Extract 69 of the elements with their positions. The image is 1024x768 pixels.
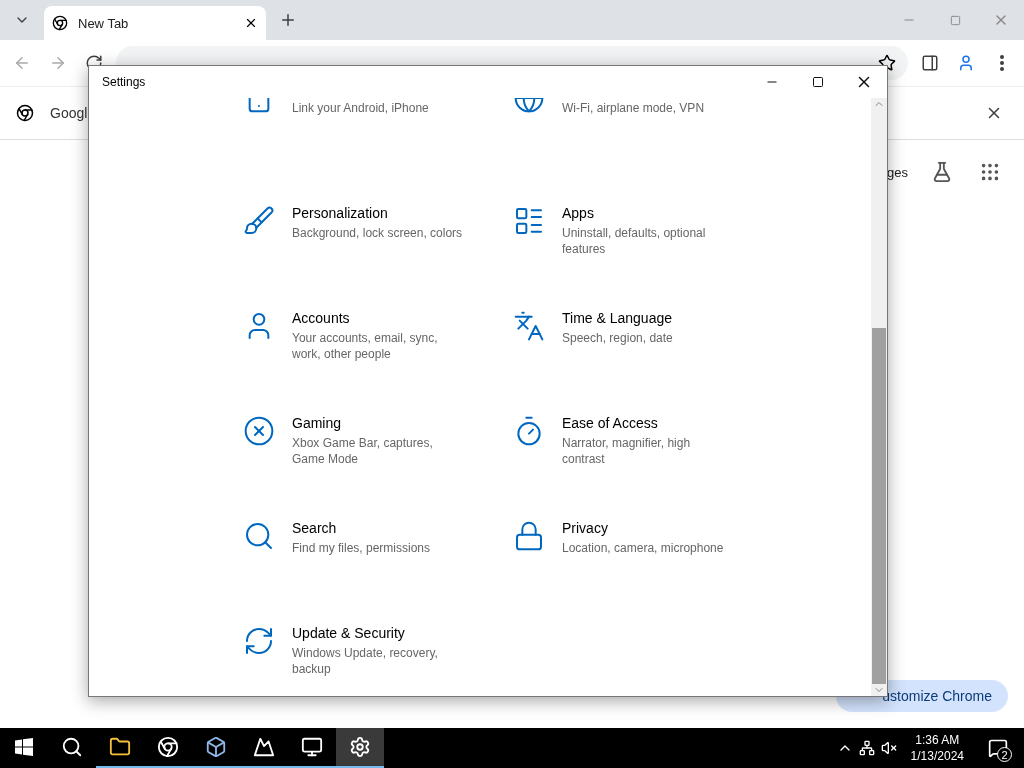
category-title: Search: [292, 520, 338, 536]
taskbar-app[interactable]: [336, 728, 384, 768]
settings-category[interactable]: Update & Security Windows Update, recovery, backup: [242, 623, 512, 696]
window-title: Settings: [102, 75, 147, 89]
category-description: Xbox Game Bar, captures, Game Mode: [292, 435, 434, 467]
maximize-icon: [812, 76, 824, 88]
scroll-thumb[interactable]: [872, 328, 886, 684]
category-title: Privacy: [562, 520, 609, 536]
category-description: Location, camera, microphone: [562, 540, 725, 556]
browser-tab[interactable]: New Tab: [44, 6, 266, 40]
category-title: Apps: [562, 205, 595, 221]
volume-muted-icon[interactable]: [880, 740, 897, 756]
plus-icon: [279, 11, 297, 29]
tab-title: New Tab: [78, 15, 130, 31]
grid-icon: [979, 161, 1001, 183]
windows-icon: [15, 738, 33, 756]
category-description: Your accounts, email, sync, work, other people: [292, 330, 439, 362]
gear-icon: [349, 736, 371, 758]
category-title: Ease of Access: [562, 415, 659, 431]
banner-text: Googl: [50, 105, 88, 121]
search-icon: [61, 736, 83, 758]
category-title: Gaming: [292, 415, 343, 431]
network-icon[interactable]: [858, 740, 875, 756]
category-title: Accounts: [292, 310, 351, 326]
drawing-app-icon: [253, 736, 275, 758]
category-title: Time & Language: [562, 310, 673, 326]
category-description: Background, lock screen, colors: [292, 225, 464, 241]
restore-icon: [949, 14, 961, 26]
category-description: Link your Android, iPhone: [292, 100, 430, 116]
time-text: 1:36 AM: [915, 732, 960, 748]
cube-icon: [205, 736, 227, 758]
settings-category[interactable]: Link your Android, iPhone: [242, 98, 512, 203]
category-title: Personalization: [292, 205, 389, 221]
category-description: Wi-Fi, airplane mode, VPN: [562, 100, 706, 116]
category-description: Speech, region, date: [562, 330, 674, 346]
settings-category[interactable]: Wi-Fi, airplane mode, VPN: [512, 98, 782, 203]
chrome-icon: [157, 736, 179, 758]
flask-icon: [931, 161, 953, 183]
category-description: Uninstall, defaults, optional features: [562, 225, 707, 257]
clock[interactable]: 1:36 AM 1/13/2024: [902, 732, 972, 764]
folder-icon: [109, 736, 131, 758]
settings-category[interactable]: Personalization Background, lock screen, colors: [242, 203, 512, 308]
settings-category[interactable]: Gaming Xbox Game Bar, captures, Game Mode: [242, 413, 512, 518]
side-panel-icon: [921, 54, 939, 72]
category-description: Narrator, magnifier, high contrast: [562, 435, 692, 467]
menu-icon: [1000, 55, 1004, 71]
settings-category[interactable]: Time & Language Speech, region, date: [512, 308, 782, 413]
category-description: Windows Update, recovery, backup: [292, 645, 439, 677]
person-icon: [957, 54, 975, 72]
brush-icon: [242, 203, 276, 237]
category-description: Find my files, permissions: [292, 540, 432, 556]
forward-icon: [49, 54, 67, 72]
category-title: Update & Security: [292, 625, 406, 641]
message-icon: [988, 738, 1008, 758]
globe-icon: [512, 98, 546, 114]
monitor-icon: [301, 736, 323, 758]
back-icon: [13, 54, 31, 72]
chrome-icon: [52, 15, 68, 31]
settings-category[interactable]: Ease of Access Narrator, magnifier, high contrast: [512, 413, 782, 518]
settings-category[interactable]: Search Find my files, permissions: [242, 518, 512, 623]
notification-button[interactable]: 2: [978, 728, 1018, 768]
close-icon[interactable]: [244, 16, 258, 30]
settings-category[interactable]: Accounts Your accounts, email, sync, work, other people: [242, 308, 512, 413]
images-link[interactable]: ges: [887, 164, 908, 180]
chrome-icon: [16, 104, 34, 122]
settings-category[interactable]: Privacy Location, camera, microphone: [512, 518, 782, 623]
notification-count: 2: [997, 747, 1012, 762]
date-text: 1/13/2024: [910, 748, 964, 764]
settings-category[interactable]: Apps Uninstall, defaults, optional features: [512, 203, 782, 308]
